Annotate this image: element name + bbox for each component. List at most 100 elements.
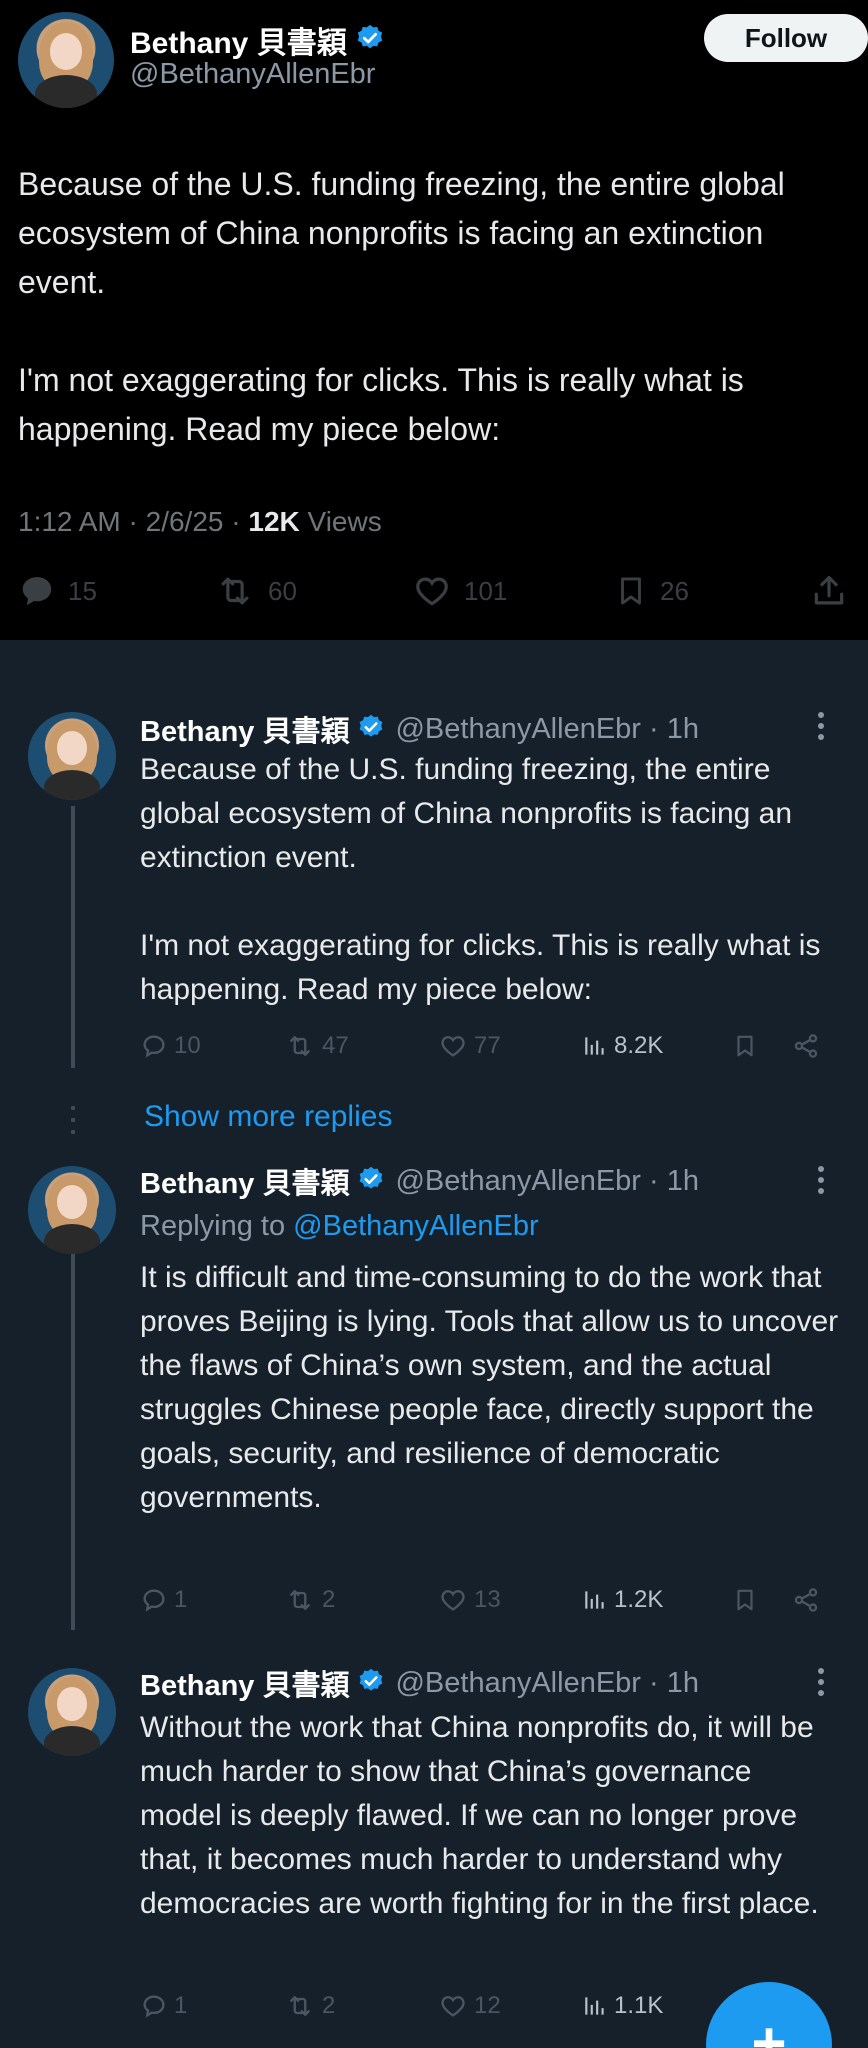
follow-button[interactable]: Follow (704, 14, 868, 62)
retweet-button[interactable]: 2 (284, 1586, 335, 1614)
like-button[interactable]: 13 (438, 1586, 501, 1614)
bookmark-button[interactable]: 26 (614, 572, 689, 610)
views-count: 12K (248, 506, 300, 537)
reply-header: Bethany 貝書穎 @BethanyAllenEbr · 1h (140, 708, 699, 750)
reply-count: 1 (174, 1586, 188, 1613)
share-button[interactable] (792, 1586, 820, 1614)
reply-button[interactable]: 1 (140, 1586, 187, 1614)
heart-icon (416, 577, 448, 606)
verified-badge-icon (357, 1667, 385, 1700)
retweet-count: 60 (268, 575, 297, 606)
views-button[interactable]: 1.2K (582, 1586, 663, 1614)
reply-avatar[interactable] (28, 712, 116, 800)
retweet-icon (290, 1996, 310, 2016)
verified-badge-icon (355, 23, 385, 58)
verified-badge-icon (357, 1165, 385, 1198)
reply-display-name[interactable]: Bethany 貝書穎 (140, 1160, 349, 1202)
reply-icon (143, 1589, 165, 1612)
tweet-time[interactable]: 1:12 AM (18, 506, 121, 537)
like-button[interactable]: 101 (412, 572, 507, 610)
share-button[interactable] (792, 1032, 820, 1060)
share-nodes-icon (794, 1588, 818, 1612)
bookmark-button[interactable] (732, 1032, 758, 1060)
reply-button[interactable]: 15 (18, 572, 97, 610)
retweet-button[interactable]: 60 (214, 572, 297, 610)
more-options-icon[interactable] (818, 1668, 826, 1701)
main-tweet-actions: 15 60 101 26 (0, 572, 868, 616)
tweet-text: Because of the U.S. funding freezing, th… (18, 166, 785, 447)
retweet-button[interactable]: 2 (284, 1992, 335, 2020)
share-icon (814, 575, 844, 605)
reply-display-name[interactable]: Bethany 貝書穎 (140, 1662, 349, 1704)
like-button[interactable]: 12 (438, 1992, 501, 2020)
reply-count: 1 (174, 1992, 188, 2019)
retweet-count: 2 (322, 1586, 336, 1613)
retweet-icon (290, 1590, 310, 1610)
thread-dots (71, 1106, 75, 1142)
reply-display-name[interactable]: Bethany 貝書穎 (140, 708, 349, 750)
meta-separator: · (128, 506, 146, 537)
retweet-count: 47 (322, 1032, 349, 1059)
views-button[interactable]: 8.2K (582, 1032, 663, 1060)
reply-actions: 1 2 13 1.2K (140, 1586, 840, 1626)
reply-handle-time[interactable]: @BethanyAllenEbr · 1h (395, 1667, 699, 1700)
main-tweet: Bethany 貝書穎 @BethanyAllenEbr Follow Beca… (0, 0, 868, 640)
replying-to-prefix: Replying to (140, 1210, 286, 1242)
reply-handle-time[interactable]: @BethanyAllenEbr · 1h (395, 1165, 699, 1198)
verified-badge-icon (357, 713, 385, 746)
heart-icon (441, 1036, 465, 1057)
retweet-icon (290, 1036, 310, 1056)
reply-header: Bethany 貝書穎 @BethanyAllenEbr · 1h (140, 1662, 699, 1704)
share-button[interactable] (810, 572, 848, 610)
retweet-button[interactable]: 47 (284, 1032, 349, 1060)
reply-actions: 10 47 77 8.2K (140, 1032, 840, 1072)
replying-to: Replying to @BethanyAllenEbr (140, 1210, 539, 1243)
meta-separator: · (231, 506, 249, 537)
bookmark-icon (737, 1035, 753, 1057)
reply-header: Bethany 貝書穎 @BethanyAllenEbr · 1h (140, 1160, 699, 1202)
heart-icon (441, 1996, 465, 2017)
more-options-icon[interactable] (818, 712, 826, 745)
bookmark-count: 26 (660, 575, 689, 606)
like-button[interactable]: 77 (438, 1032, 501, 1060)
analytics-icon (585, 1037, 604, 1055)
views-label: Views (307, 506, 382, 537)
bookmark-icon (621, 577, 641, 605)
reply-avatar[interactable] (28, 1668, 116, 1756)
reply-button[interactable]: 1 (140, 1992, 187, 2020)
bookmark-button[interactable] (732, 1586, 758, 1614)
analytics-icon (585, 1997, 604, 2015)
tweet-meta: 1:12 AM · 2/6/25 · 12K Views (18, 506, 382, 538)
views-count: 8.2K (614, 1032, 664, 1059)
like-count: 13 (474, 1586, 501, 1613)
author-name-row: Bethany 貝書穎 (130, 18, 385, 62)
author-display-name[interactable]: Bethany 貝書穎 (130, 18, 347, 62)
views-count: 1.2K (614, 1586, 664, 1613)
reply-count: 10 (174, 1032, 201, 1059)
share-nodes-icon (794, 1034, 818, 1058)
reply-button[interactable]: 10 (140, 1032, 201, 1060)
retweet-count: 2 (322, 1992, 336, 2019)
tweet-date[interactable]: 2/6/25 (146, 506, 224, 537)
heart-icon (441, 1590, 465, 1611)
show-more-replies-link[interactable]: Show more replies (144, 1100, 392, 1134)
author-handle[interactable]: @BethanyAllenEbr (130, 58, 375, 91)
reply-text: Because of the U.S. funding freezing, th… (140, 753, 821, 1006)
analytics-icon (585, 1591, 604, 1609)
reply-icon (22, 577, 52, 606)
reply-avatar[interactable] (28, 1166, 116, 1254)
more-options-icon[interactable] (818, 1166, 826, 1199)
thread-line (71, 1250, 75, 1630)
views-button[interactable]: 1.1K (582, 1992, 663, 2020)
reply-icon (143, 1995, 165, 2018)
views-count: 1.1K (614, 1992, 664, 2019)
reply-icon (143, 1035, 165, 1058)
reply-handle-time[interactable]: @BethanyAllenEbr · 1h (395, 713, 699, 746)
author-avatar[interactable] (18, 12, 114, 108)
reply-text: Without the work that China nonprofits d… (140, 1711, 819, 1920)
plus-icon: + (751, 2010, 787, 2048)
bookmark-icon (737, 1589, 753, 1611)
replying-to-handle-link[interactable]: @BethanyAllenEbr (293, 1210, 538, 1242)
reply-text: It is difficult and time-consuming to do… (140, 1261, 839, 1514)
like-count: 77 (474, 1032, 501, 1059)
